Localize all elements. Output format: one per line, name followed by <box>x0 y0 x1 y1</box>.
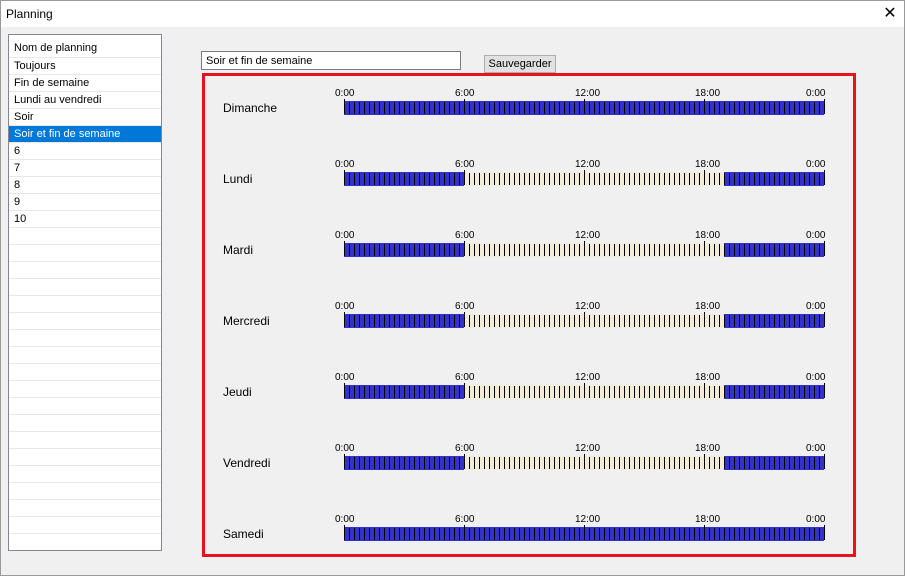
planning-list-empty-row <box>9 534 161 550</box>
planning-list-item[interactable]: 10 <box>9 211 161 228</box>
day-row-mardi: Mardi 0:00 6:00 12:00 18:00 0:00 <box>223 230 826 257</box>
time-label: 0:00 <box>335 372 355 383</box>
planning-list-item[interactable]: 7 <box>9 160 161 177</box>
weekly-schedule-grid[interactable]: Dimanche 0:00 6:00 12:00 18:00 0:00 Lundi 0:00 6… <box>205 76 853 554</box>
time-label: 0:00 <box>806 372 826 383</box>
planning-list-empty-row <box>9 330 161 347</box>
day-row-dimanche: Dimanche 0:00 6:00 12:00 18:00 0:00 <box>223 88 826 115</box>
planning-list-item[interactable]: 6 <box>9 143 161 160</box>
time-label: 0:00 <box>806 443 826 454</box>
day-label: Lundi <box>223 172 252 186</box>
planning-list-empty-row <box>9 364 161 381</box>
planning-list-empty-row <box>9 415 161 432</box>
planning-name-input[interactable]: Soir et fin de semaine <box>201 51 461 70</box>
planning-list-empty-row <box>9 228 161 245</box>
planning-list-empty-row <box>9 313 161 330</box>
time-label: 6:00 <box>455 159 475 170</box>
schedule-panel: Dimanche 0:00 6:00 12:00 18:00 0:00 Lundi 0:00 6… <box>202 73 856 557</box>
planning-window: Planning ✕ Nom de planning Toujours Fin d… <box>0 0 905 576</box>
planning-list-empty-row <box>9 517 161 534</box>
planning-list-empty-row <box>9 432 161 449</box>
time-label: 0:00 <box>806 301 826 312</box>
time-label: 0:00 <box>335 514 355 525</box>
planning-list-item[interactable]: Soir <box>9 109 161 126</box>
planning-list-empty-row <box>9 449 161 466</box>
day-row-jeudi: Jeudi 0:00 6:00 12:00 18:00 0:00 <box>223 372 826 399</box>
time-label: 0:00 <box>335 159 355 170</box>
planning-list[interactable]: Nom de planning Toujours Fin de semaine Lu… <box>8 34 162 551</box>
day-label: Mercredi <box>223 314 270 328</box>
time-label: 0:00 <box>806 159 826 170</box>
day-label: Jeudi <box>223 385 252 399</box>
planning-list-empty-row <box>9 398 161 415</box>
time-label: 18:00 <box>695 230 720 241</box>
day-row-vendredi: Vendredi 0:00 6:00 12:00 18:00 0:00 <box>223 443 826 470</box>
planning-list-item[interactable]: 9 <box>9 194 161 211</box>
time-label: 0:00 <box>335 301 355 312</box>
time-label: 6:00 <box>455 514 475 525</box>
day-label: Mardi <box>223 243 253 257</box>
planning-list-item[interactable]: Fin de semaine <box>9 75 161 92</box>
planning-list-item[interactable]: Lundi au vendredi <box>9 92 161 109</box>
day-row-mercredi: Mercredi 0:00 6:00 12:00 18:00 0:00 <box>223 301 826 328</box>
time-label: 18:00 <box>695 159 720 170</box>
time-label: 0:00 <box>806 514 826 525</box>
time-label: 0:00 <box>806 88 826 99</box>
planning-list-empty-row <box>9 296 161 313</box>
day-label: Samedi <box>223 527 264 541</box>
day-row-lundi: Lundi 0:00 6:00 12:00 18:00 0:00 <box>223 159 826 186</box>
title-bar: Planning ✕ <box>1 1 904 27</box>
time-label: 0:00 <box>806 230 826 241</box>
time-label: 6:00 <box>455 88 475 99</box>
time-label: 12:00 <box>575 301 600 312</box>
time-label: 18:00 <box>695 443 720 454</box>
planning-list-empty-row <box>9 483 161 500</box>
time-label: 18:00 <box>695 372 720 383</box>
time-label: 6:00 <box>455 230 475 241</box>
time-label: 6:00 <box>455 372 475 383</box>
planning-list-header: Nom de planning <box>9 35 161 58</box>
window-title: Planning <box>6 7 53 21</box>
time-label: 12:00 <box>575 88 600 99</box>
planning-list-empty-row <box>9 466 161 483</box>
planning-list-empty-row <box>9 279 161 296</box>
planning-list-item[interactable]: Toujours <box>9 58 161 75</box>
close-icon[interactable]: ✕ <box>879 3 901 25</box>
time-label: 6:00 <box>455 443 475 454</box>
time-label: 12:00 <box>575 514 600 525</box>
time-label: 0:00 <box>335 230 355 241</box>
day-row-samedi: Samedi 0:00 6:00 12:00 18:00 0:00 <box>223 514 826 541</box>
time-label: 18:00 <box>695 88 720 99</box>
time-label: 0:00 <box>335 88 355 99</box>
day-label: Dimanche <box>223 101 277 115</box>
time-label: 18:00 <box>695 514 720 525</box>
planning-list-item[interactable]: 8 <box>9 177 161 194</box>
planning-list-item[interactable]: Soir et fin de semaine <box>9 126 161 143</box>
planning-list-empty-row <box>9 381 161 398</box>
time-label: 12:00 <box>575 372 600 383</box>
save-button[interactable]: Sauvegarder <box>484 55 556 73</box>
planning-list-empty-row <box>9 245 161 262</box>
planning-list-empty-row <box>9 500 161 517</box>
time-label: 12:00 <box>575 159 600 170</box>
time-label: 12:00 <box>575 230 600 241</box>
planning-list-empty-row <box>9 347 161 364</box>
planning-list-empty-row <box>9 262 161 279</box>
time-label: 12:00 <box>575 443 600 454</box>
time-label: 18:00 <box>695 301 720 312</box>
day-label: Vendredi <box>223 456 270 470</box>
time-label: 6:00 <box>455 301 475 312</box>
time-label: 0:00 <box>335 443 355 454</box>
